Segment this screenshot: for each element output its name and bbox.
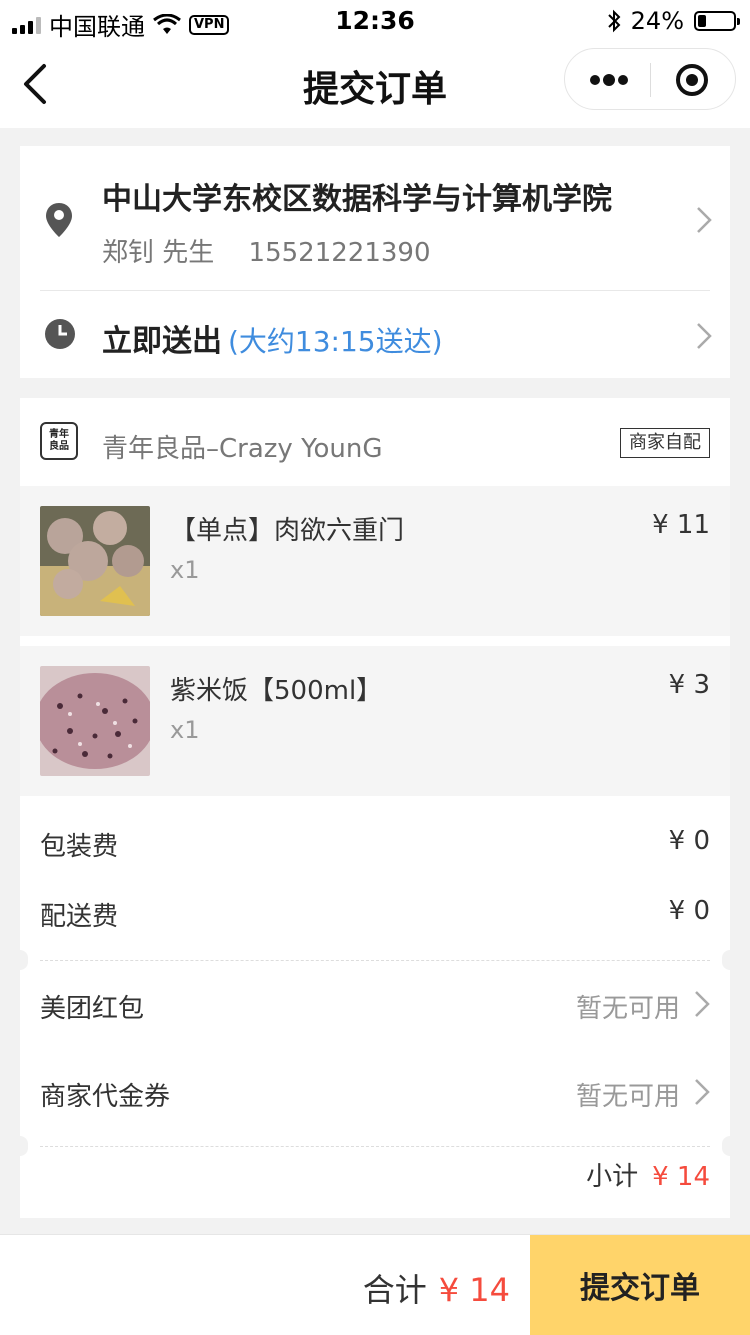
delivery-fee-label: 配送费	[40, 902, 119, 932]
bluetooth-icon	[607, 9, 621, 33]
coupon-label: 商家代金券	[40, 1082, 171, 1112]
mini-program-capsule	[564, 48, 736, 110]
delivery-label: 立即送出	[102, 324, 222, 359]
list-item: 【单点】肉欲六重门 x1 ¥ 11	[20, 486, 730, 636]
clock-icon	[45, 319, 75, 349]
capsule-divider	[650, 63, 651, 97]
list-item: 紫米饭【500ml】 x1 ¥ 3	[20, 646, 730, 796]
item-image-purple-rice	[40, 666, 150, 776]
chevron-right-icon	[697, 207, 712, 233]
delivery-type-badge: 商家自配	[620, 428, 710, 458]
shop-name: 青年良品–Crazy YounG	[102, 434, 383, 464]
redpacket-value: 暂无可用	[575, 994, 680, 1024]
status-bar: 中国联通 VPN 12:36 24%	[0, 0, 750, 41]
item-price: ¥ 11	[652, 510, 710, 540]
item-name: 【单点】肉欲六重门	[170, 516, 405, 546]
item-price: ¥ 3	[668, 670, 710, 700]
delivery-time[interactable]: 立即送出 (大约13:15送达)	[102, 316, 443, 360]
divider	[40, 290, 710, 291]
packaging-fee-value: ¥ 0	[668, 826, 710, 856]
subtotal-amount: ¥ 14	[652, 1162, 710, 1192]
chevron-right-icon	[697, 323, 712, 349]
checkout-bar: 合计 ¥ 14 提交订单	[0, 1234, 750, 1335]
submit-order-button[interactable]: 提交订单	[530, 1235, 750, 1335]
packaging-fee-row: 包装费 ¥ 0	[40, 826, 710, 866]
dashed-divider	[40, 1146, 710, 1147]
ticket-notch	[12, 1136, 28, 1156]
redpacket-label: 美团红包	[40, 994, 145, 1024]
delivery-fee-row: 配送费 ¥ 0	[40, 896, 710, 936]
coupon-value: 暂无可用	[575, 1082, 680, 1112]
status-right: 24%	[607, 7, 740, 35]
delivery-eta: (大约13:15送达)	[228, 325, 443, 358]
item-quantity: x1	[170, 716, 200, 744]
location-pin-icon	[46, 203, 72, 237]
subtotal-label: 小计	[586, 1162, 639, 1192]
redpacket-row[interactable]: 美团红包 暂无可用	[40, 988, 710, 1028]
nav-bar: 提交订单	[0, 40, 750, 128]
item-quantity: x1	[170, 556, 200, 584]
address-card[interactable]: 中山大学东校区数据科学与计算机学院 郑钊 先生 15521221390 立即送出…	[20, 146, 730, 378]
total-amount: ¥ 14	[438, 1271, 510, 1309]
battery-icon	[694, 11, 740, 31]
packaging-fee-label: 包装费	[40, 832, 119, 862]
shop-logo: 青年良品	[40, 422, 78, 460]
subtotal: 小计 ¥ 14	[586, 1156, 710, 1193]
total: 合计 ¥ 14	[363, 1265, 510, 1311]
more-dots-icon[interactable]	[589, 67, 629, 93]
chevron-right-icon	[695, 991, 710, 1017]
ticket-notch	[722, 950, 738, 970]
chevron-right-icon	[695, 1079, 710, 1105]
address-contact: 郑钊 先生 15521221390	[102, 232, 431, 269]
ticket-notch	[12, 950, 28, 970]
battery-percent: 24%	[630, 7, 684, 35]
coupon-row[interactable]: 商家代金券 暂无可用	[40, 1076, 710, 1116]
dashed-divider	[40, 960, 710, 961]
item-image-meatballs	[40, 506, 150, 616]
delivery-fee-value: ¥ 0	[668, 896, 710, 926]
contact-name: 郑钊 先生	[102, 238, 215, 268]
contact-phone: 15521221390	[248, 238, 431, 268]
order-card: 青年良品 青年良品–Crazy YounG 商家自配 【单点】肉欲六重门 x1 …	[12, 398, 738, 1218]
target-icon[interactable]	[675, 63, 709, 97]
address-title: 中山大学东校区数据科学与计算机学院	[102, 182, 612, 217]
item-name: 紫米饭【500ml】	[170, 676, 383, 706]
ticket-notch	[722, 1136, 738, 1156]
total-label: 合计	[362, 1271, 427, 1309]
